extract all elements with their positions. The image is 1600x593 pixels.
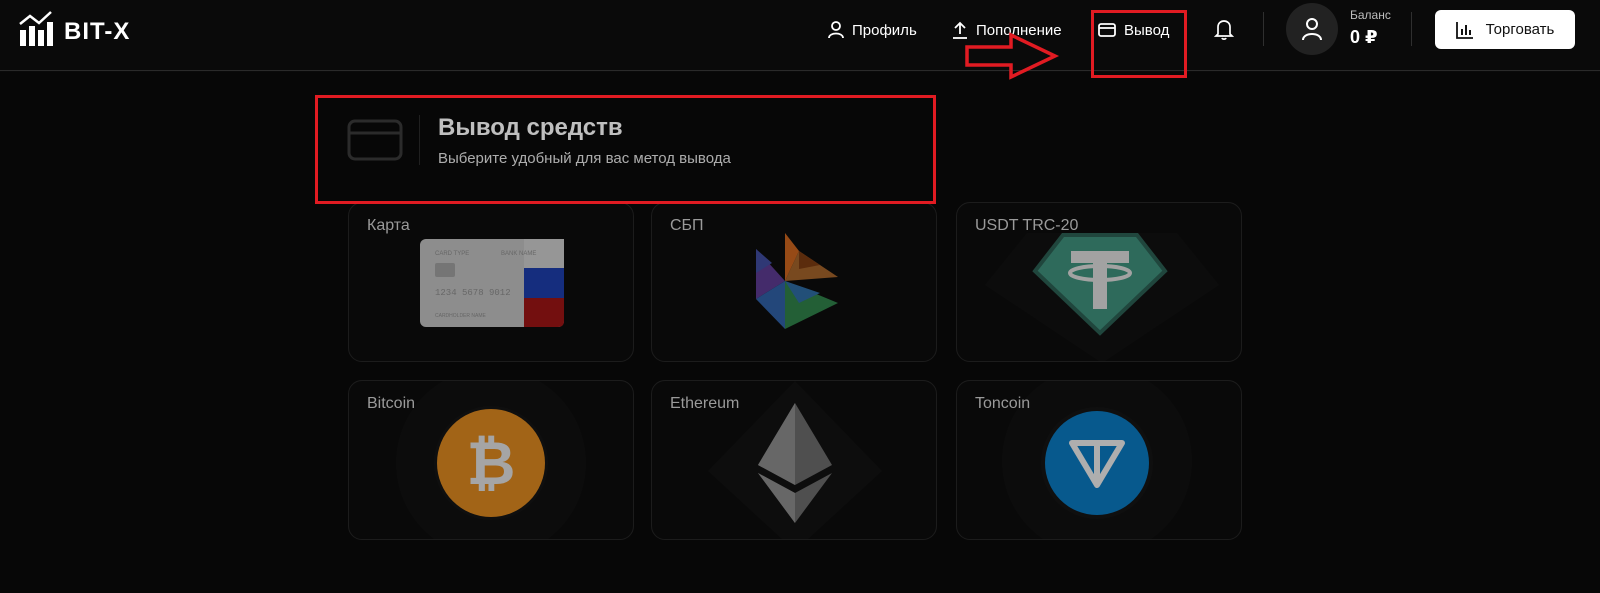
card-bank-text: BANK NAME — [501, 251, 536, 257]
method-label: Bitcoin — [367, 395, 416, 412]
bell-icon — [1214, 20, 1234, 40]
trade-button[interactable]: Торговать — [1435, 10, 1575, 49]
trade-button-label: Торговать — [1485, 21, 1555, 38]
header-divider — [419, 115, 420, 165]
chart-icon — [1455, 21, 1473, 39]
page-title: Вывод средств — [438, 113, 623, 141]
card-type-text: CARD TYPE — [435, 251, 469, 257]
method-label: Toncoin — [975, 395, 1031, 412]
method-label: USDT TRC-20 — [975, 217, 1079, 234]
card-number-text: 1234 5678 9012 — [435, 288, 511, 298]
header-icon-wrap — [347, 115, 403, 165]
nav-withdraw[interactable]: Вывод — [1098, 18, 1169, 42]
page-subtitle: Выберите удобный для вас метод вывода — [438, 149, 731, 167]
divider — [1411, 12, 1412, 46]
method-card-sbp[interactable]: СБП — [651, 202, 937, 362]
logo-bars-icon — [19, 11, 53, 46]
svg-text:₿: ₿ — [467, 429, 516, 499]
top-bar: BIT-X Профиль Пополнение Вывод Баланс 0 … — [0, 0, 1600, 71]
divider — [1263, 12, 1264, 46]
avatar[interactable] — [1286, 3, 1338, 55]
method-card-bank[interactable]: CARD TYPE BANK NAME 1234 5678 9012 CARDH… — [348, 202, 634, 362]
wallet-icon — [1098, 23, 1116, 37]
user-icon — [828, 21, 844, 39]
annotation-arrow-icon — [965, 32, 1060, 80]
method-card-bitcoin[interactable]: ₿ Bitcoin — [348, 380, 634, 540]
notifications-button[interactable] — [1214, 17, 1242, 41]
avatar-user-icon — [1302, 18, 1322, 41]
card-holder-text: CARDHOLDER NAME — [435, 313, 487, 319]
card-icon — [347, 119, 403, 161]
method-label: Ethereum — [670, 395, 740, 412]
page-header: Вывод средств Выберите удобный для вас м… — [347, 110, 907, 170]
nav-withdraw-label: Вывод — [1124, 21, 1170, 39]
brand-name: BIT-X — [64, 18, 131, 45]
nav-profile[interactable]: Профиль — [828, 18, 917, 42]
method-card-usdt[interactable]: USDT TRC-20 — [956, 202, 1242, 362]
brand-logo[interactable]: BIT-X — [18, 10, 130, 48]
balance-label: Баланс — [1350, 8, 1391, 22]
balance-value: 0 ₽ — [1350, 27, 1378, 47]
method-label: СБП — [670, 217, 704, 234]
header-text: Вывод средств Выберите удобный для вас м… — [438, 114, 731, 167]
method-label: Карта — [367, 217, 410, 234]
method-card-ethereum[interactable]: Ethereum — [651, 380, 937, 540]
nav-profile-label: Профиль — [852, 21, 917, 39]
method-card-toncoin[interactable]: Toncoin — [956, 380, 1242, 540]
